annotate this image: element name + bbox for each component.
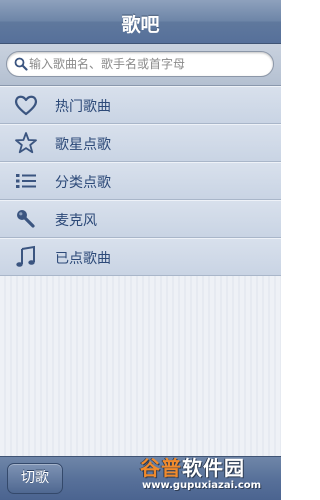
menu-item-hot-songs[interactable]: 热门歌曲 [0,86,281,124]
menu-item-selected-songs[interactable]: 已点歌曲 [0,238,281,276]
watermark-brand-rest: 软件园 [182,456,245,480]
search-icon [14,57,28,71]
menu-item-microphone[interactable]: 麦克风 [0,200,281,238]
heart-icon [14,95,38,116]
menu-item-star-songs[interactable]: 歌星点歌 [0,124,281,162]
page-title: 歌吧 [121,14,160,36]
cut-song-button[interactable]: 切歌 [7,463,63,494]
microphone-icon [17,210,35,228]
app-screen: 歌吧 热门歌曲 歌星点歌 [0,0,281,500]
nav-bar: 歌吧 [0,0,281,44]
watermark-brand-accent: 谷普 [140,456,182,480]
menu-item-label: 分类点歌 [55,175,111,191]
list-icon [16,174,36,188]
watermark: 谷普软件园 www.gupuxiazai.com [140,452,281,500]
search-bar [0,44,281,86]
menu-list: 热门歌曲 歌星点歌 分类点歌 麦克风 已点歌曲 [0,86,281,276]
watermark-brand: 谷普软件园 [140,452,245,481]
menu-item-label: 已点歌曲 [55,251,111,267]
music-note-icon [16,245,35,267]
menu-item-label: 歌星点歌 [55,137,111,153]
search-input[interactable] [29,54,267,74]
search-field[interactable] [6,51,274,77]
watermark-url: www.gupuxiazai.com [142,480,262,491]
menu-item-category-songs[interactable]: 分类点歌 [0,162,281,200]
star-icon [15,132,37,154]
menu-item-label: 热门歌曲 [55,99,111,115]
menu-item-label: 麦克风 [55,213,97,229]
